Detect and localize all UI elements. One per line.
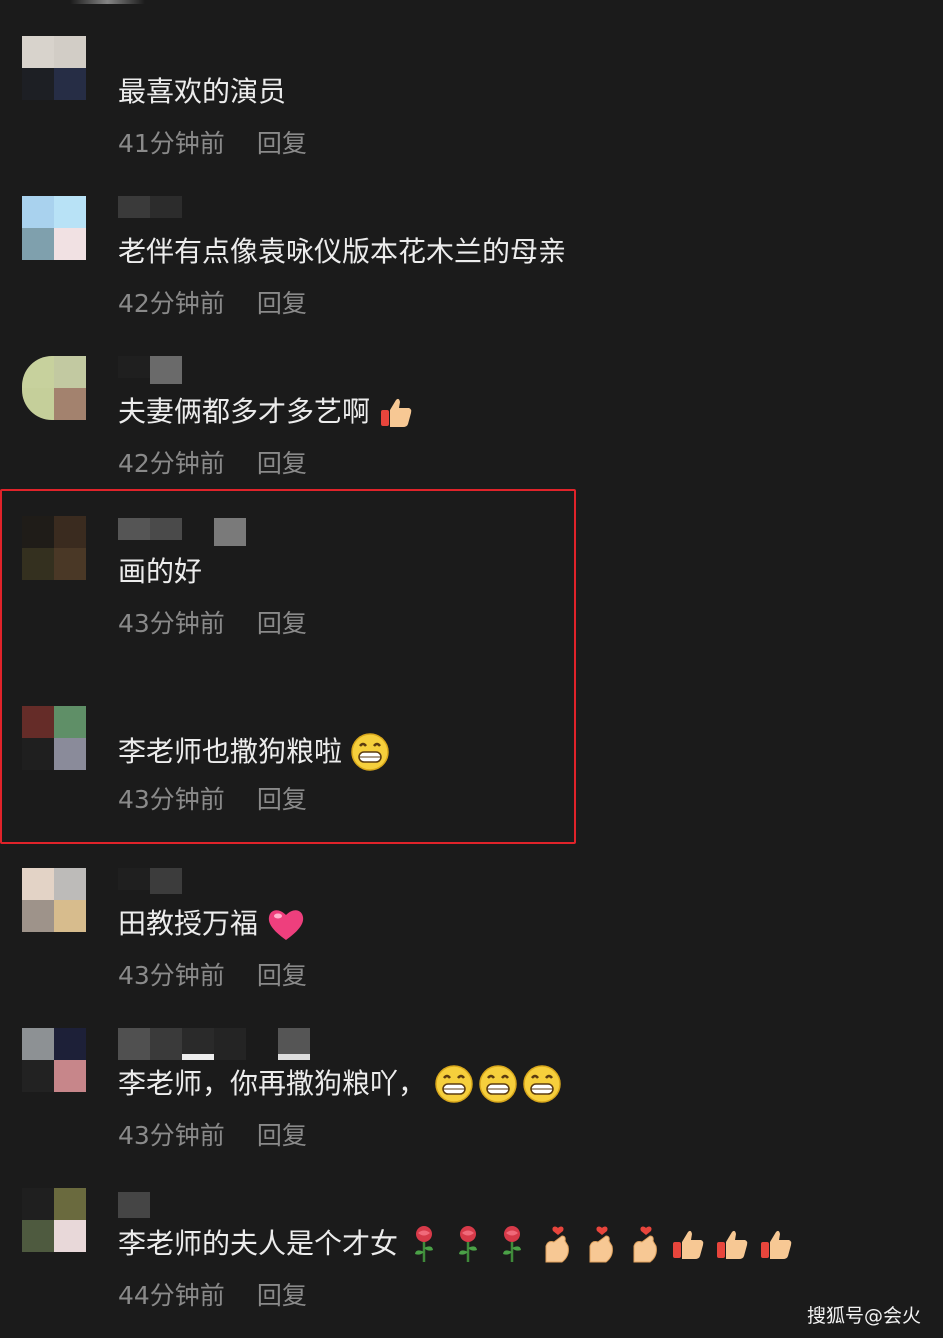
comment-time: 43分钟前 (118, 1121, 225, 1150)
comment-meta: 42分钟前 回复 (118, 288, 307, 320)
comment-text: 李老师的夫人是个才女 (118, 1224, 794, 1264)
comment-text: 老伴有点像袁咏仪版本花木兰的母亲 (118, 235, 567, 268)
username-blurred[interactable] (118, 868, 182, 894)
reply-button[interactable]: 回复 (257, 608, 307, 640)
comment-text: 李老师也撒狗粮啦 (118, 732, 390, 772)
username-blurred[interactable] (118, 518, 246, 546)
avatar[interactable] (22, 196, 86, 260)
comment-time: 44分钟前 (118, 1281, 225, 1310)
reply-button[interactable]: 回复 (257, 1120, 307, 1152)
comment-time: 43分钟前 (118, 609, 225, 638)
comment-item: 夫妻俩都多才多艺啊 42分钟前 回复 (0, 356, 943, 506)
thumbs-up-icon (717, 1230, 748, 1259)
comment-text: 李老师，你再撒狗粮吖， (118, 1064, 562, 1104)
avatar[interactable] (22, 1188, 86, 1252)
scroll-edge-fade (70, 0, 145, 4)
comment-text: 田教授万福 (118, 904, 306, 944)
reply-button[interactable]: 回复 (257, 960, 307, 992)
avatar[interactable] (22, 516, 86, 580)
username-blurred[interactable] (118, 1192, 150, 1218)
finger-heart-icon (633, 1226, 657, 1263)
comment-time: 41分钟前 (118, 129, 225, 158)
username-blurred[interactable] (118, 196, 182, 220)
avatar[interactable] (22, 706, 86, 770)
reply-button[interactable]: 回复 (257, 288, 307, 320)
comment-meta: 43分钟前 回复 (118, 1120, 307, 1152)
heart-icon (268, 910, 304, 940)
comment-time: 42分钟前 (118, 449, 225, 478)
finger-heart-icon (545, 1226, 569, 1263)
rose-icon (415, 1226, 434, 1262)
comment-meta: 43分钟前 回复 (118, 960, 307, 992)
comment-time: 42分钟前 (118, 289, 225, 318)
comment-text: 最喜欢的演员 (118, 75, 287, 108)
rose-icon (459, 1226, 478, 1262)
comment-item: 最喜欢的演员 41分钟前 回复 (0, 36, 943, 186)
rose-icon (503, 1226, 522, 1262)
comment-item: 李老师，你再撒狗粮吖， 43分钟前 回复 (0, 1028, 943, 1178)
reply-button[interactable]: 回复 (257, 128, 307, 160)
comment-meta: 43分钟前 回复 (118, 784, 307, 816)
reply-button[interactable]: 回复 (257, 1280, 307, 1312)
grin-emoji-icon (479, 1065, 517, 1103)
finger-heart-icon (589, 1226, 613, 1263)
comment-time: 43分钟前 (118, 961, 225, 990)
comment-item: 老伴有点像袁咏仪版本花木兰的母亲 42分钟前 回复 (0, 196, 943, 346)
thumbs-up-icon (673, 1230, 704, 1259)
username-blurred[interactable] (118, 356, 182, 384)
comment-item: 李老师的夫人是个才女 44分钟前 回复 (0, 1188, 943, 1338)
comment-item: 李老师也撒狗粮啦 43分钟前 回复 (0, 706, 943, 856)
reply-button[interactable]: 回复 (257, 784, 307, 816)
grin-emoji-icon (435, 1065, 473, 1103)
comment-text: 夫妻俩都多才多艺啊 (118, 392, 414, 432)
reply-button[interactable]: 回复 (257, 448, 307, 480)
comment-meta: 41分钟前 回复 (118, 128, 307, 160)
comment-time: 43分钟前 (118, 785, 225, 814)
avatar[interactable] (22, 1028, 86, 1092)
comment-meta: 44分钟前 回复 (118, 1280, 307, 1312)
comment-item: 田教授万福 43分钟前 回复 (0, 868, 943, 1018)
avatar[interactable] (22, 356, 86, 420)
comment-item: 画的好 43分钟前 回复 (0, 516, 943, 666)
comment-meta: 43分钟前 回复 (118, 608, 307, 640)
grin-emoji-icon (351, 733, 389, 771)
thumbs-up-icon (381, 398, 412, 427)
avatar[interactable] (22, 36, 86, 100)
username-blurred[interactable] (118, 1028, 310, 1060)
thumbs-up-icon (761, 1230, 792, 1259)
watermark: 搜狐号@会火 (806, 1305, 921, 1327)
avatar[interactable] (22, 868, 86, 932)
grin-emoji-icon (523, 1065, 561, 1103)
comment-meta: 42分钟前 回复 (118, 448, 307, 480)
comment-text: 画的好 (118, 555, 203, 588)
